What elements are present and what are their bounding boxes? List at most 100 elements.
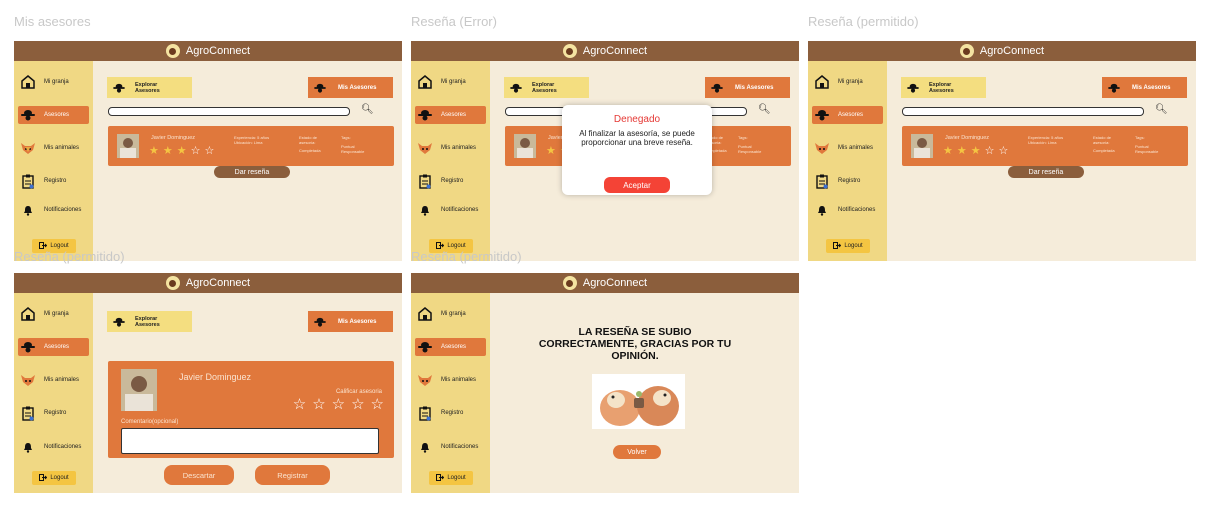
sidebar-item-asesores[interactable]: Asesores — [415, 338, 486, 356]
sidebar-item-mis-animales[interactable]: Mis animales — [814, 139, 873, 157]
clipboard-icon — [20, 173, 36, 189]
sidebar-item-registro[interactable]: Registro — [814, 172, 860, 190]
advisor-card[interactable]: Javier Dominguez ★ ★ ★ ☆ ☆ Experiencia: … — [108, 126, 394, 166]
advisor-rating: ★ ★ ★ ☆ ☆ — [943, 146, 1008, 157]
mis-asesores-label: Mis Asesores — [338, 318, 377, 325]
advisor-photo — [121, 369, 157, 411]
sidebar-item-label: Mi granja — [44, 79, 69, 85]
advisor-info: Experiencia: 5 años Ubicación: Lima — [234, 135, 269, 145]
sidebar-item-label: Notificaciones — [44, 207, 82, 213]
explore-line1: Explorar — [929, 81, 952, 88]
volver-button[interactable]: Volver — [613, 445, 661, 459]
star-empty-icon[interactable]: ☆ — [312, 397, 325, 412]
registrar-button[interactable]: Registrar — [255, 465, 330, 485]
explorar-asesores-button[interactable]: Explorar Asesores — [107, 311, 192, 332]
mis-asesores-button[interactable]: Mis Asesores — [308, 311, 393, 332]
dar-resena-button[interactable]: Dar reseña — [214, 166, 290, 178]
sidebar-item-mi-granja[interactable]: Mi granja — [20, 305, 69, 323]
comment-field[interactable] — [121, 428, 379, 454]
app-header: AgroConnect — [14, 41, 402, 61]
advisor-card[interactable]: Javier Dominguez ★ ★ ★ ☆ ☆ Experiencia: … — [902, 126, 1188, 166]
sidebar-item-registro[interactable]: Registro — [417, 172, 463, 190]
frame-mis-asesores: AgroConnect Mi granja Asesores Mis anima… — [14, 41, 402, 261]
sidebar-item-mis-animales[interactable]: Mis animales — [20, 139, 79, 157]
logout-icon — [833, 241, 842, 251]
sidebar-item-label: Mi granja — [441, 311, 466, 317]
star-empty-icon[interactable]: ☆ — [351, 397, 364, 412]
barn-icon — [20, 306, 36, 322]
mis-asesores-button[interactable]: Mis Asesores — [1102, 77, 1187, 98]
clipboard-icon — [417, 173, 433, 189]
sidebar-item-mi-granja[interactable]: Mi granja — [20, 73, 69, 91]
sidebar-item-label: Mis animales — [441, 377, 477, 383]
sidebar-item-registro[interactable]: Registro — [20, 404, 66, 422]
sidebar-item-mi-granja[interactable]: Mi granja — [417, 73, 466, 91]
sidebar-item-notificaciones[interactable]: Notificaciones — [417, 438, 478, 456]
sidebar-item-asesores[interactable]: Asesores — [415, 106, 486, 124]
bell-icon — [20, 439, 36, 455]
sidebar-item-label: Mis animales — [44, 145, 80, 151]
app-title: AgroConnect — [582, 277, 648, 289]
sidebar-item-label: Asesores — [441, 344, 467, 350]
sidebar-item-mi-granja[interactable]: Mi granja — [417, 305, 466, 323]
clipboard-icon — [417, 405, 433, 421]
sidebar-item-asesores[interactable]: Asesores — [18, 338, 89, 356]
explorar-asesores-button[interactable]: Explorar Asesores — [901, 77, 986, 98]
search-icon[interactable]: 🔍︎ — [361, 104, 374, 115]
app-title: AgroConnect — [582, 45, 648, 57]
sidebar-item-asesores[interactable]: Asesores — [18, 106, 89, 124]
explorar-asesores-button[interactable]: Explorar Asesores — [107, 77, 192, 98]
sidebar-item-registro[interactable]: Registro — [20, 172, 66, 190]
star-filled-icon: ★ — [149, 145, 159, 157]
sidebar-item-mis-animales[interactable]: Mis animales — [20, 371, 79, 389]
search-input[interactable] — [902, 107, 1144, 116]
star-empty-icon[interactable]: ☆ — [371, 397, 384, 412]
sidebar-item-notificaciones[interactable]: Notificaciones — [20, 438, 81, 456]
logo-icon — [165, 44, 180, 58]
sidebar-item-notificaciones[interactable]: Notificaciones — [814, 201, 875, 219]
sidebar-item-mis-animales[interactable]: Mis animales — [417, 371, 476, 389]
sidebar-item-label: Asesores — [441, 112, 467, 118]
mis-asesores-button[interactable]: Mis Asesores — [308, 77, 393, 98]
search-input[interactable] — [108, 107, 350, 116]
logout-button[interactable]: Logout — [429, 471, 473, 485]
review-form: Javier Dominguez Calificar asesoria ☆ ☆ … — [108, 361, 394, 458]
sidebar-item-mi-granja[interactable]: Mi granja — [814, 73, 863, 91]
state-label: Estado de asesoría: — [299, 135, 318, 145]
explore-line1: Explorar — [135, 81, 158, 88]
explorar-asesores-button[interactable]: Explorar Asesores — [504, 77, 589, 98]
sidebar: Mi granja Asesores Mis animales Registro… — [411, 61, 490, 261]
aceptar-button[interactable]: Aceptar — [604, 177, 670, 193]
search-icon[interactable]: 🔍︎ — [1155, 104, 1168, 115]
bell-icon — [417, 202, 433, 218]
mis-asesores-button[interactable]: Mis Asesores — [705, 77, 790, 98]
advisor-state: Estado de asesoría: Completada — [1093, 135, 1127, 153]
search-icon[interactable]: 🔍︎ — [758, 104, 771, 115]
descartar-button[interactable]: Descartar — [164, 465, 234, 485]
dar-resena-button[interactable]: Dar reseña — [1008, 166, 1084, 178]
star-empty-icon[interactable]: ☆ — [332, 397, 345, 412]
explore-line2: Asesores — [135, 87, 160, 94]
sidebar-item-notificaciones[interactable]: Notificaciones — [20, 201, 81, 219]
advisor-photo — [514, 134, 536, 158]
bell-icon — [814, 202, 830, 218]
logout-button[interactable]: Logout — [826, 239, 870, 253]
star-filled-icon: ★ — [546, 145, 556, 157]
farmer-hat-icon — [711, 83, 723, 93]
barn-icon — [417, 306, 433, 322]
logout-button[interactable]: Logout — [32, 471, 76, 485]
sidebar-item-label: Registro — [838, 178, 861, 184]
sidebar-item-notificaciones[interactable]: Notificaciones — [417, 201, 478, 219]
frame-resena-error: AgroConnect Mi granja Asesores Mis anima… — [411, 41, 799, 261]
sidebar-item-registro[interactable]: Registro — [417, 404, 463, 422]
app-header: AgroConnect — [14, 273, 402, 293]
frame-resena-exito: AgroConnect Mi granja Asesores Mis anima… — [411, 273, 799, 493]
sidebar-item-asesores[interactable]: Asesores — [812, 106, 883, 124]
logo-icon — [562, 276, 577, 290]
sidebar-item-mis-animales[interactable]: Mis animales — [417, 139, 476, 157]
advisor-info: Experiencia: 5 años Ubicación: Lima — [1028, 135, 1063, 145]
sidebar-item-label: Registro — [441, 410, 464, 416]
app-title: AgroConnect — [185, 277, 251, 289]
rating-input[interactable]: ☆ ☆ ☆ ☆ ☆ — [293, 397, 384, 412]
star-empty-icon[interactable]: ☆ — [293, 397, 306, 412]
